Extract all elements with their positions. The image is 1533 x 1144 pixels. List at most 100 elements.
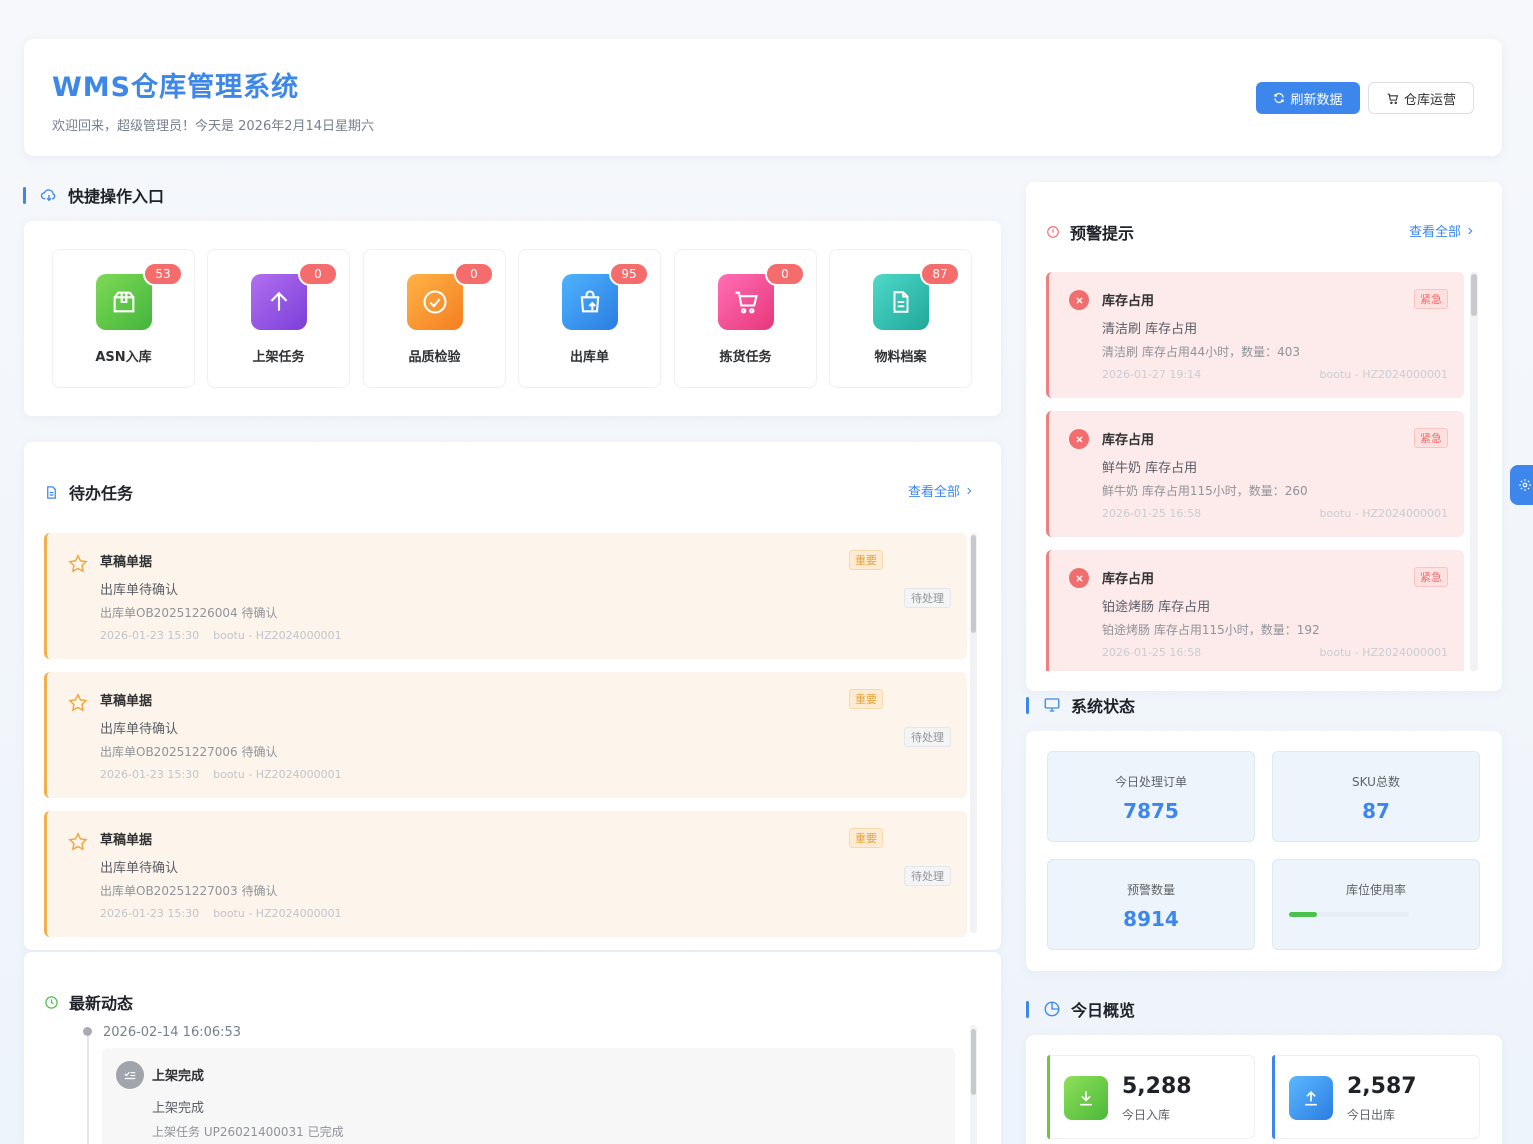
warehouse-ops-button[interactable]: 仓库运营 xyxy=(1368,82,1474,114)
todo-item-desc: 出库单OB20251227006 待确认 xyxy=(100,745,278,759)
todo-header: 待办任务 xyxy=(44,480,133,504)
urgent-tag: 紧急 xyxy=(1414,428,1448,448)
scrollbar-thumb[interactable] xyxy=(1471,274,1477,316)
cart-icon xyxy=(718,274,774,330)
todo-item[interactable]: 草稿单据 出库单待确认 出库单OB20251226004 待确认 2026-01… xyxy=(44,533,967,659)
quick-item-material[interactable]: 87 物料档案 xyxy=(829,249,972,388)
view-all-label: 查看全部 xyxy=(908,485,961,500)
stat-value: 2,587 xyxy=(1347,1074,1417,1099)
status-tag: 待处理 xyxy=(904,727,951,747)
quick-item-label: 上架任务 xyxy=(252,350,305,365)
todo-scrollbar[interactable] xyxy=(970,533,977,933)
alert-item[interactable]: 库存占用 铂途烤肠 库存占用 铂途烤肠 库存占用115小时，数量：192 202… xyxy=(1046,550,1464,676)
todo-item-desc: 出库单OB20251226004 待确认 xyxy=(100,606,278,620)
alert-user: bootu - HZ2024000001 xyxy=(1319,507,1448,520)
stat-value: 5,288 xyxy=(1122,1074,1192,1099)
stat-label: 预警数量 xyxy=(1126,883,1175,897)
todo-view-all-link[interactable]: 查看全部 xyxy=(908,481,974,500)
package-icon xyxy=(96,274,152,330)
alert-time: 2026-01-25 16:58 xyxy=(1102,507,1202,520)
alert-subtitle: 清洁刷 库存占用 xyxy=(1102,322,1198,337)
todo-item-desc: 出库单OB20251227003 待确认 xyxy=(100,884,278,898)
today-overview-card: 5,288 今日入库 2,587 今日出库 xyxy=(1026,1035,1502,1144)
quick-item-label: 拣货任务 xyxy=(719,350,772,365)
upload-icon xyxy=(1289,1076,1333,1120)
cart-icon xyxy=(1386,92,1399,105)
alerts-title: 预警提示 xyxy=(1070,224,1135,243)
location-usage-stat: 库位使用率 xyxy=(1272,859,1480,950)
stat-value: 87 xyxy=(1362,799,1390,823)
activity-card: 最新动态 2026-02-14 16:06:53 上架完成 上架完成 上架任务 … xyxy=(24,952,1001,1144)
quick-item-quality[interactable]: 0 品质检验 xyxy=(363,249,506,388)
scrollbar-thumb[interactable] xyxy=(971,1029,976,1095)
count-badge: 87 xyxy=(920,262,960,286)
count-badge: 53 xyxy=(143,262,183,286)
refresh-data-button[interactable]: 刷新数据 xyxy=(1256,82,1360,114)
stat-stripe xyxy=(1272,1055,1275,1139)
today-title-label: 今日概览 xyxy=(1071,1001,1136,1020)
shopping-bag-icon xyxy=(562,274,618,330)
todo-item[interactable]: 草稿单据 出库单待确认 出库单OB20251227003 待确认 2026-01… xyxy=(44,811,967,937)
todo-item-subtitle: 出库单待确认 xyxy=(100,722,179,737)
quick-title-label: 快捷操作入口 xyxy=(68,187,165,206)
todo-item[interactable]: 草稿单据 出库单待确认 出库单OB20251227006 待确认 2026-01… xyxy=(44,672,967,798)
alert-desc: 铂途烤肠 库存占用115小时，数量：192 xyxy=(1102,623,1320,637)
activity-item[interactable]: 上架完成 上架完成 上架任务 UP26021400031 已完成 xyxy=(102,1048,955,1144)
alert-item[interactable]: 库存占用 清洁刷 库存占用 清洁刷 库存占用44小时，数量：403 2026-0… xyxy=(1046,272,1464,398)
title-accent-bar xyxy=(1026,1000,1029,1018)
star-icon xyxy=(67,553,89,575)
settings-float-button[interactable] xyxy=(1510,465,1533,505)
outbound-today-stat: 2,587 今日出库 xyxy=(1272,1055,1480,1139)
system-section-title: 系统状态 xyxy=(1026,693,1135,717)
stat-label: 今日处理订单 xyxy=(1114,775,1187,789)
activity-scrollbar[interactable] xyxy=(970,1025,977,1144)
quick-item-asn[interactable]: 53 ASN入库 xyxy=(52,249,195,388)
quick-item-picking[interactable]: 0 拣货任务 xyxy=(674,249,817,388)
chevron-right-icon xyxy=(1465,226,1475,236)
alerts-view-all-link[interactable]: 查看全部 xyxy=(1409,221,1475,240)
quick-item-label: 出库单 xyxy=(569,350,609,365)
inbound-today-stat: 5,288 今日入库 xyxy=(1047,1055,1255,1139)
alert-item[interactable]: 库存占用 鲜牛奶 库存占用 鲜牛奶 库存占用115小时，数量：260 2026-… xyxy=(1046,411,1464,537)
activity-header: 最新动态 xyxy=(44,990,133,1014)
document-icon xyxy=(873,274,929,330)
alert-subtitle: 鲜牛奶 库存占用 xyxy=(1102,461,1198,476)
stat-label: SKU总数 xyxy=(1352,775,1400,789)
page-header: WMS仓库管理系统 欢迎回来，超级管理员！今天是 2026年2月14日星期六 刷… xyxy=(24,39,1502,156)
alert-desc: 清洁刷 库存占用44小时，数量：403 xyxy=(1102,345,1300,359)
alert-user: bootu - HZ2024000001 xyxy=(1319,368,1448,381)
quick-item-putaway[interactable]: 0 上架任务 xyxy=(207,249,350,388)
view-all-label: 查看全部 xyxy=(1409,225,1462,240)
timeline-dot xyxy=(83,1027,92,1036)
close-circle-icon xyxy=(1069,568,1089,588)
todo-item-subtitle: 出库单待确认 xyxy=(100,861,179,876)
status-tag: 待处理 xyxy=(904,588,951,608)
activity-title: 最新动态 xyxy=(69,994,134,1013)
system-title-label: 系统状态 xyxy=(1071,697,1136,716)
todo-item-title: 草稿单据 xyxy=(100,555,153,570)
usage-progress-bar xyxy=(1289,912,1409,917)
stat-value: 7875 xyxy=(1123,799,1179,823)
alerts-scrollbar[interactable] xyxy=(1470,272,1478,671)
today-section-title: 今日概览 xyxy=(1026,997,1135,1021)
sku-stat: SKU总数 87 xyxy=(1272,751,1480,842)
timeline-line xyxy=(87,1036,89,1144)
activity-item-subtitle: 上架完成 xyxy=(152,1101,205,1116)
alert-user: bootu - HZ2024000001 xyxy=(1319,646,1448,659)
pie-chart-icon xyxy=(1043,1000,1061,1018)
alerts-card: 预警提示 查看全部 库存占用 清洁刷 库存占用 清洁刷 库存占用44小时，数量：… xyxy=(1026,182,1502,691)
quick-item-label: ASN入库 xyxy=(95,350,152,365)
urgent-tag: 紧急 xyxy=(1414,567,1448,587)
monitor-icon xyxy=(1043,696,1061,714)
quick-item-outbound[interactable]: 95 出库单 xyxy=(518,249,661,388)
scrollbar-thumb[interactable] xyxy=(971,535,976,633)
todo-item-meta: 2026-01-23 15:30 bootu - HZ2024000001 xyxy=(100,768,342,781)
todo-item-meta: 2026-01-23 15:30 bootu - HZ2024000001 xyxy=(100,629,342,642)
star-icon xyxy=(67,692,89,714)
alerts-header: 预警提示 xyxy=(1046,220,1134,244)
arrow-up-icon xyxy=(251,274,307,330)
alert-subtitle: 铂途烤肠 库存占用 xyxy=(1102,600,1211,615)
activity-item-title: 上架完成 xyxy=(152,1069,205,1084)
alert-title: 库存占用 xyxy=(1102,572,1155,587)
todo-item-subtitle: 出库单待确认 xyxy=(100,583,179,598)
